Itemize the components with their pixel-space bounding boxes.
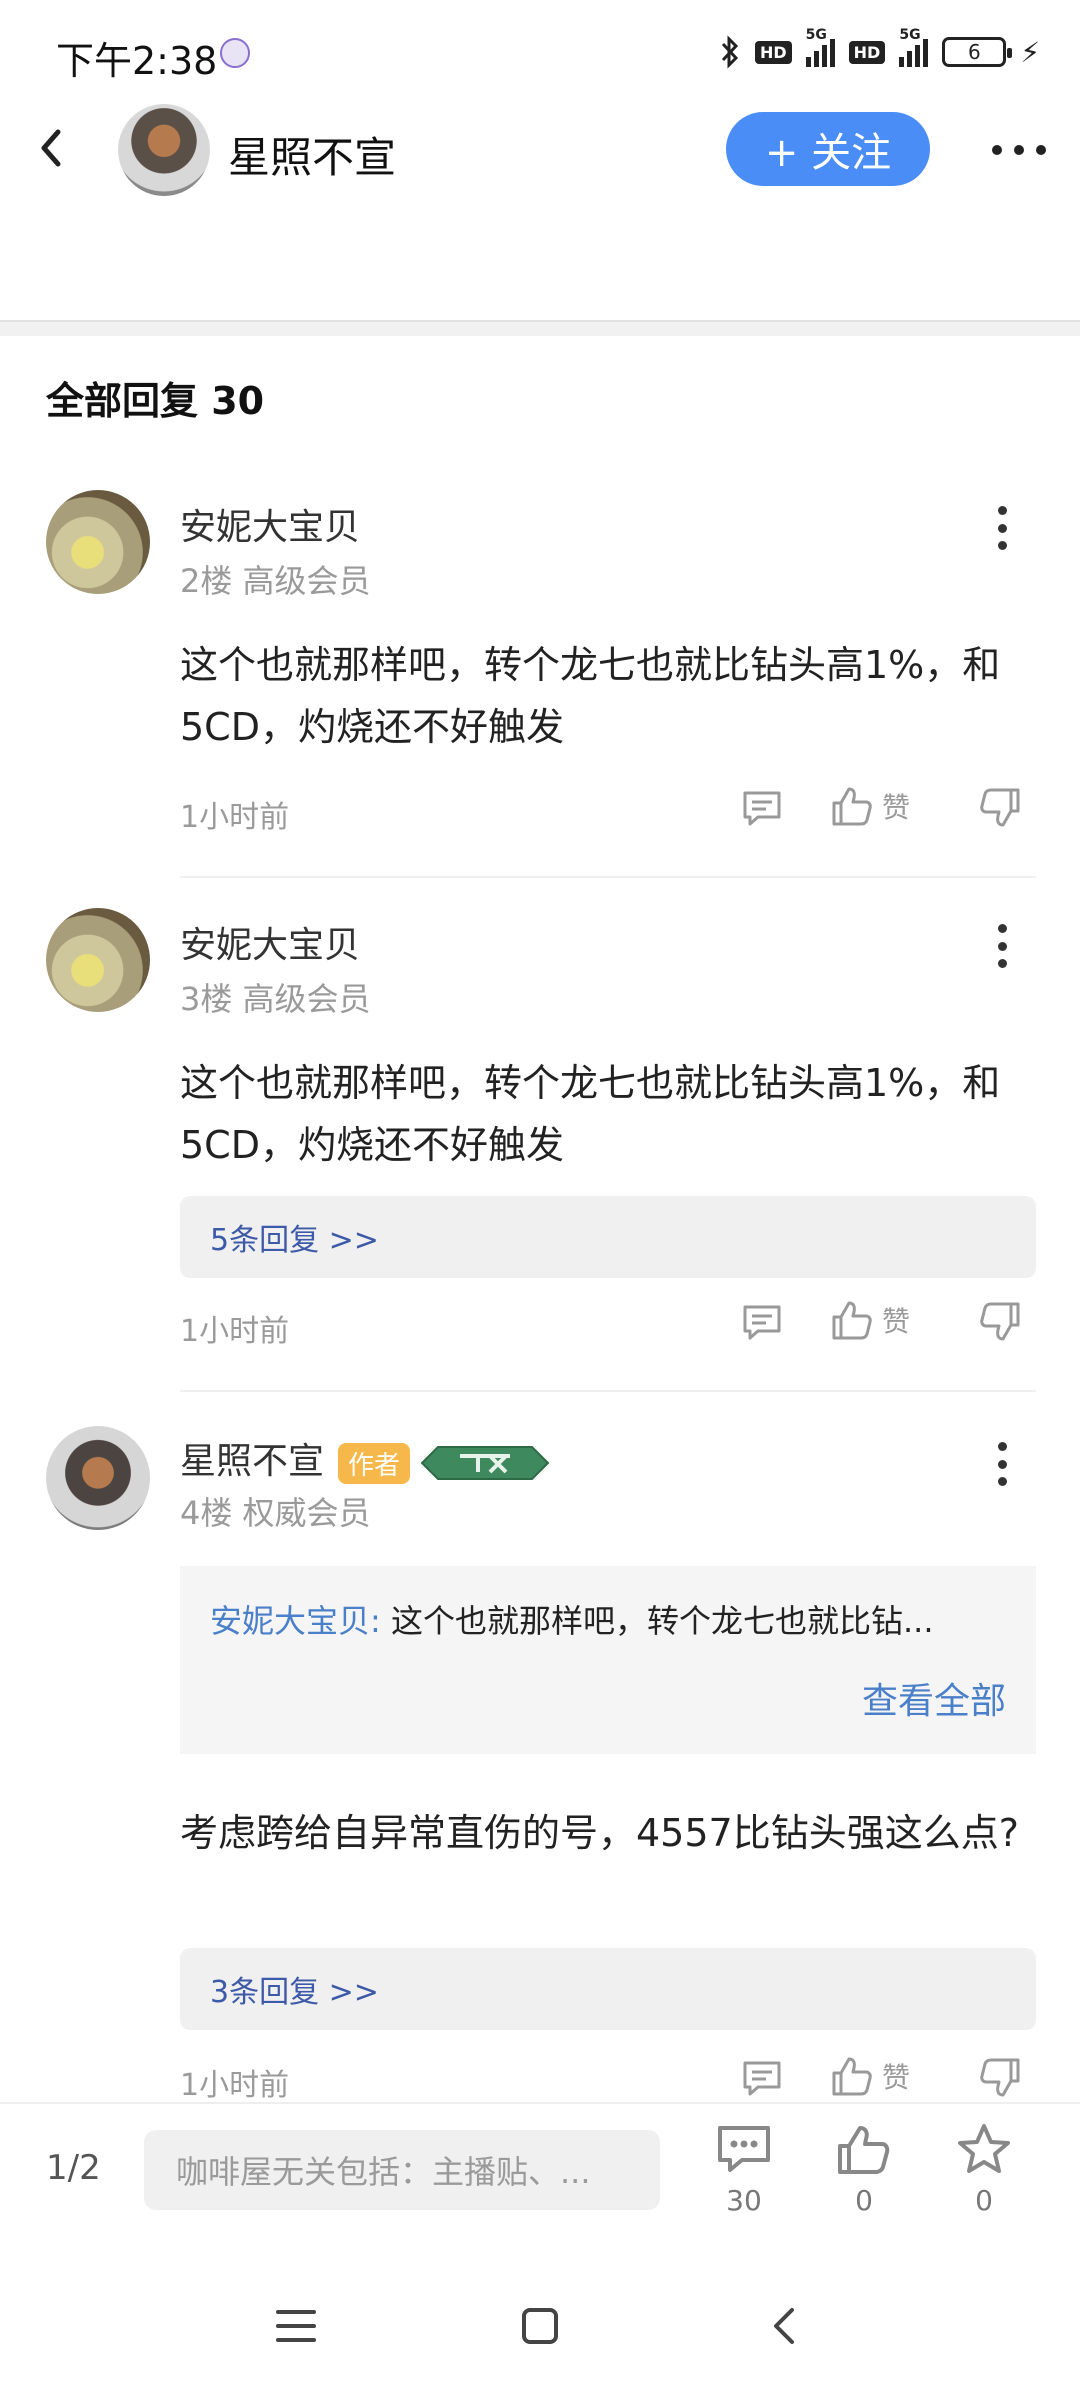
comment-separator (180, 1390, 1036, 1392)
reply-button[interactable] (740, 2056, 784, 2100)
like-button[interactable]: 赞 (830, 1298, 910, 1342)
star-icon (958, 2124, 1010, 2173)
quoted-user[interactable]: 安妮大宝贝: (210, 1602, 381, 1640)
view-all-link[interactable]: 查看全部 (862, 1672, 1006, 1724)
hd-badge-2: HD (848, 40, 886, 64)
comment-text: 这个也就那样吧，转个龙七也就比钻头高1%，和5CD，灼烧还不好触发 (180, 1061, 1001, 1167)
like-label: 赞 (882, 791, 911, 824)
avatar[interactable] (46, 908, 150, 1012)
hd-badge: HD (754, 40, 792, 64)
thumbs-up-icon (838, 2126, 890, 2174)
comment-time: 1小时前 (180, 1314, 290, 1349)
author-avatar[interactable] (118, 104, 210, 196)
comment-menu-button[interactable] (994, 506, 1010, 550)
comment-menu-button[interactable] (994, 924, 1010, 968)
thumbs-down-icon (980, 2058, 1020, 2097)
back-nav-button[interactable] (754, 2296, 814, 2356)
status-icons: HD 5G HD 5G 6 ⚡ (719, 27, 1040, 74)
view-replies-button[interactable]: 5条回复 >> (180, 1196, 1036, 1278)
status-time: 下午2:38 (56, 39, 218, 83)
quoted-reply[interactable]: 安妮大宝贝: 这个也就那样吧，转个龙七也就比钻... 查看全部 (180, 1566, 1036, 1754)
quote-line: 安妮大宝贝: 这个也就那样吧，转个龙七也就比钻... (210, 1596, 1010, 1642)
follow-button[interactable]: + 关注 (726, 112, 930, 186)
chevron-left-icon (41, 129, 61, 167)
author-name[interactable]: 星照不宣 (228, 124, 396, 185)
like-count: 0 (855, 2184, 873, 2217)
page-indicator[interactable]: 1/2 (46, 2148, 101, 2188)
favorite-button[interactable]: 0 (944, 2122, 1024, 2217)
like-button[interactable]: 赞 (830, 2054, 910, 2098)
comment-time: 1小时前 (180, 2068, 290, 2103)
commenter-name[interactable]: 星照不宣 (180, 1441, 324, 1482)
commenter-name-row: 星照不宣 作者 (180, 1432, 550, 1484)
star-count: 0 (975, 2184, 993, 2217)
replies-heading: 全部回复 30 (46, 379, 265, 423)
avatar[interactable] (46, 1426, 150, 1530)
battery-icon: 6 (942, 37, 1013, 67)
dislike-button[interactable] (978, 786, 1022, 830)
thumbs-up-icon (832, 1301, 872, 1340)
app-notification-icon (220, 38, 250, 68)
status-bar: 下午2:38 HD 5G HD 5G 6 ⚡ (0, 0, 1080, 110)
like-post-button[interactable]: 0 (824, 2122, 904, 2217)
thumbs-up-icon (832, 2057, 872, 2096)
comment-icon (743, 1305, 781, 1340)
home-square-icon (522, 2308, 558, 2344)
signal-icon: 5G (805, 27, 835, 67)
section-divider (0, 320, 1080, 336)
level-badge-icon (420, 1446, 550, 1480)
like-button[interactable]: 赞 (830, 784, 910, 828)
chevron-left-icon (774, 2308, 794, 2344)
system-navigation-bar (0, 2252, 1080, 2400)
comment-icon (718, 2126, 770, 2172)
author-badge: 作者 (338, 1442, 411, 1484)
more-options-button[interactable] (984, 130, 1054, 170)
thumbs-down-icon (980, 788, 1020, 827)
commenter-meta: 4楼 权威会员 (180, 1494, 371, 1532)
quoted-text: 这个也就那样吧，转个龙七也就比钻... (380, 1602, 934, 1640)
reply-input[interactable]: 咖啡屋无关包括：主播贴、... (144, 2130, 660, 2210)
comment-menu-button[interactable] (994, 1442, 1010, 1486)
charging-icon: ⚡ (1020, 35, 1040, 69)
avatar[interactable] (46, 490, 150, 594)
back-button[interactable] (28, 118, 76, 178)
bottom-action-bar: 1/2 咖啡屋无关包括：主播贴、... 30 0 0 (0, 2102, 1080, 2252)
home-nav-button[interactable] (510, 2296, 570, 2356)
reply-button[interactable] (740, 1300, 784, 1344)
comment-icon (743, 791, 781, 826)
commenter-meta: 2楼 高级会员 (180, 562, 371, 600)
comments-button[interactable]: 30 (704, 2122, 784, 2217)
reply-button[interactable] (740, 786, 784, 830)
dislike-button[interactable] (978, 1300, 1022, 1344)
comment-time: 1小时前 (180, 800, 290, 835)
commenter-name[interactable]: 安妮大宝贝 (180, 498, 360, 550)
like-label: 赞 (882, 2061, 911, 2094)
comment-text: 这个也就那样吧，转个龙七也就比钻头高1%，和5CD，灼烧还不好触发 (180, 643, 1001, 749)
like-label: 赞 (882, 1305, 911, 1338)
thumbs-down-icon (980, 1302, 1020, 1341)
dislike-button[interactable] (978, 2056, 1022, 2100)
comment-icon (743, 2061, 781, 2096)
signal-icon-2: 5G (899, 27, 929, 67)
view-replies-button[interactable]: 3条回复 >> (180, 1948, 1036, 2030)
comment-count: 30 (726, 2184, 762, 2217)
bluetooth-icon (721, 35, 739, 69)
menu-nav-button[interactable] (266, 2296, 326, 2356)
comment-separator (180, 876, 1036, 878)
commenter-name[interactable]: 安妮大宝贝 (180, 916, 360, 968)
menu-icon (276, 2310, 316, 2342)
commenter-meta: 3楼 高级会员 (180, 980, 371, 1018)
comment-text: 考虑跨给自异常直伤的号，4557比钻头强这么点? (180, 1811, 1019, 1855)
thumbs-up-icon (832, 787, 872, 826)
